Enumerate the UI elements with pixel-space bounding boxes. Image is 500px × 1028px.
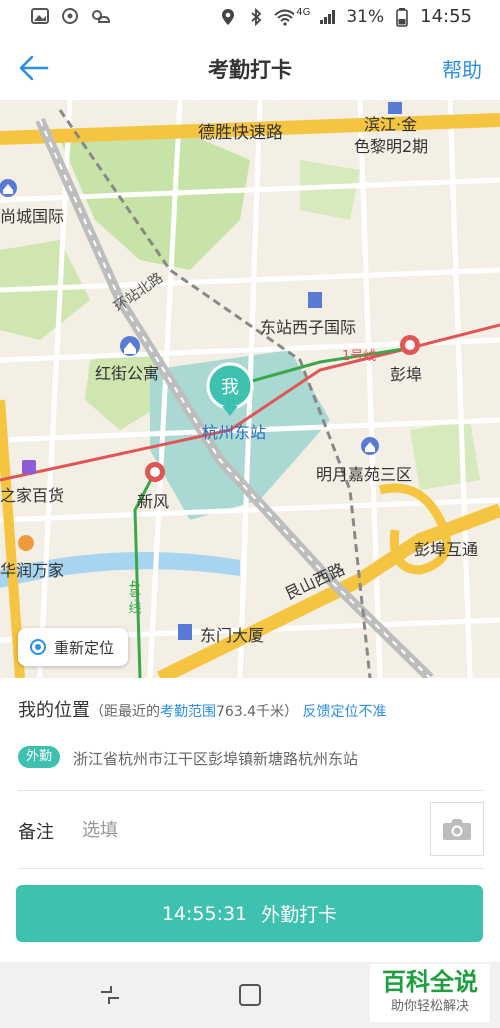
field-work-badge: 外勤 — [18, 746, 61, 768]
recent-apps-button[interactable] — [95, 980, 125, 1010]
page-title: 考勤打卡 — [208, 58, 292, 82]
map-label: 杭州东站 — [202, 423, 266, 442]
battery-percent: 31% — [346, 6, 385, 27]
poi-building-icon — [178, 624, 192, 640]
sync-icon — [60, 6, 80, 26]
punch-time: 14:55:31 — [161, 902, 248, 925]
map-canvas: 德胜快速路 滨江·金 色黎明2期 尚城国际 环站北路 东站西子国际 红街公寓 1… — [0, 100, 500, 678]
home-button[interactable] — [235, 980, 265, 1010]
app-header: 考勤打卡 帮助 — [0, 36, 500, 100]
remark-label: 备注 — [18, 822, 54, 843]
map-label: 东站西子国际 — [260, 318, 356, 337]
clock: 14:55 — [420, 6, 472, 27]
relocate-label: 重新定位 — [54, 638, 115, 657]
recent-apps-icon — [101, 986, 119, 1004]
relocate-button[interactable]: 重新定位 — [18, 628, 129, 666]
poi-shop-icon — [22, 460, 36, 474]
my-location-title: 我的位置 — [18, 700, 90, 721]
poi-home-icon — [120, 336, 140, 356]
poi-home-icon — [0, 179, 17, 197]
address-text: 浙江省杭州市江干区彭埠镇新塘路杭州东站 — [73, 750, 359, 768]
bluetooth-icon — [246, 7, 266, 27]
distance-prefix: （距最近的 — [90, 704, 160, 720]
map-label: 新风 — [137, 492, 169, 511]
help-link[interactable]: 帮助 — [442, 54, 482, 83]
map-label: 华润万家 — [0, 561, 64, 580]
watermark-logo: 百科全说 助你轻松解决 — [370, 964, 490, 1022]
map-label: 彭埠互通 — [414, 540, 478, 559]
home-square-icon — [239, 984, 261, 1006]
poi-building-icon — [308, 292, 322, 308]
attendance-range-link[interactable]: 考勤范围 — [160, 704, 216, 720]
map-view[interactable]: 德胜快速路 滨江·金 色黎明2期 尚城国际 环站北路 东站西子国际 红街公寓 1… — [0, 100, 500, 678]
network-type: 4G — [296, 7, 311, 18]
battery-icon — [392, 7, 412, 27]
camera-button[interactable] — [430, 802, 484, 856]
map-label: 明月嘉苑三区 — [316, 465, 412, 484]
poi-building-icon — [388, 102, 402, 114]
my-location-label: 我 — [221, 377, 239, 398]
park-area — [60, 130, 250, 270]
watermark-title: 百科全说 — [382, 968, 478, 996]
map-label: 彭埠 — [390, 365, 422, 384]
feedback-link[interactable]: 反馈定位不准 — [303, 704, 387, 720]
locate-icon — [30, 639, 46, 655]
map-label: 红街公寓 — [95, 364, 159, 383]
map-label: 东门大厦 — [200, 626, 264, 645]
map-label: 4号线 — [126, 580, 142, 615]
weather-icon — [90, 6, 110, 26]
map-label: 之家百货 — [0, 486, 64, 505]
metro-station-marker — [145, 462, 165, 482]
watermark-subtitle: 助你轻松解决 — [390, 999, 469, 1014]
map-label: 1号线 — [342, 349, 376, 364]
park-area — [410, 420, 480, 490]
wifi-icon — [274, 7, 295, 27]
map-label: 色黎明2期 — [354, 137, 428, 156]
field-punch-button[interactable]: 14:55:31 外勤打卡 — [16, 885, 483, 942]
map-label: 尚城国际 — [0, 207, 64, 226]
punch-label: 外勤打卡 — [261, 904, 338, 926]
remark-input[interactable] — [80, 814, 404, 846]
status-left — [30, 6, 110, 26]
location-icon — [218, 7, 238, 27]
status-right: 4G 31% 14:55 — [218, 6, 472, 27]
info-panel: 我的位置（距最近的考勤范围763.4千米） 反馈定位不准 外勤 浙江省杭州市江干… — [0, 678, 500, 869]
divider — [18, 790, 484, 791]
camera-icon — [443, 819, 471, 840]
divider — [18, 868, 484, 869]
map-label: 滨江·金 — [364, 115, 417, 134]
map-label: 德胜快速路 — [198, 123, 283, 143]
metro-station-marker — [400, 335, 420, 355]
distance-value: 763.4千米） — [216, 704, 299, 720]
image-icon — [30, 6, 50, 26]
poi-home-icon — [361, 437, 379, 455]
poi-food-icon — [18, 535, 34, 551]
status-bar: 4G 31% 14:55 — [0, 0, 500, 36]
location-line: 我的位置（距最近的考勤范围763.4千米） 反馈定位不准 — [18, 696, 387, 722]
signal-icon — [318, 7, 338, 27]
